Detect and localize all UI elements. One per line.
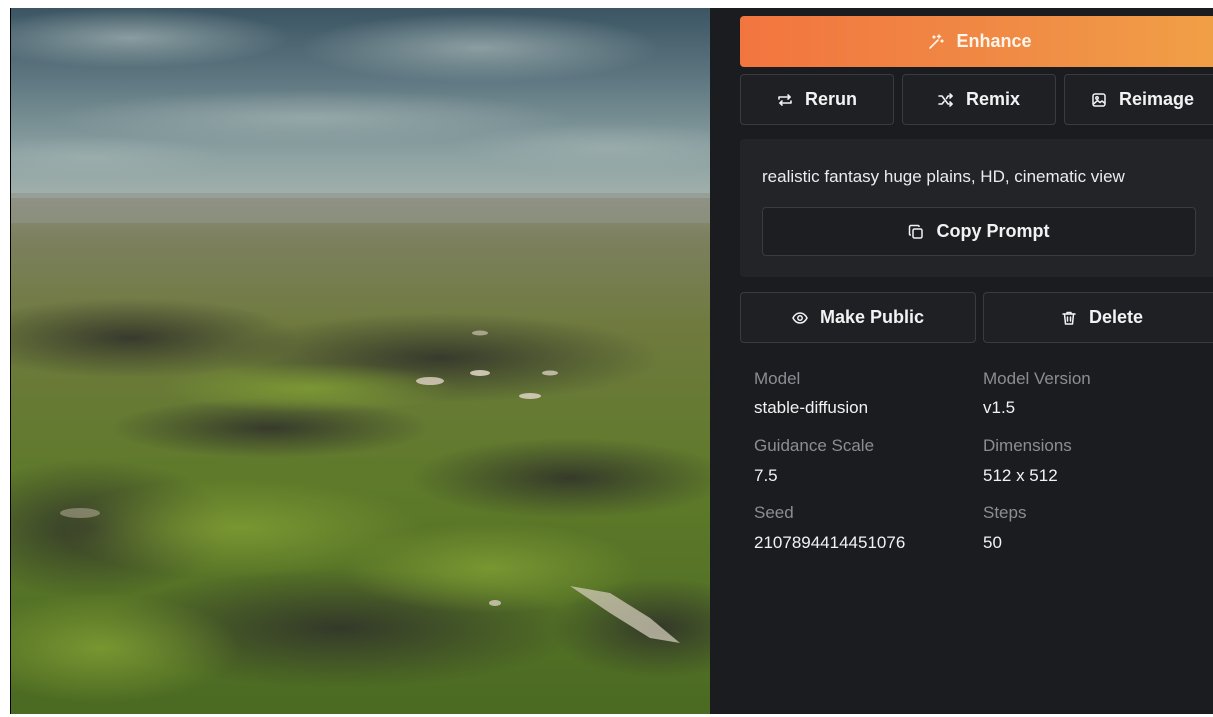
model-version-label: Model Version (983, 369, 1091, 388)
dimensions-value: 512 x 512 (983, 466, 1058, 485)
remix-label: Remix (965, 89, 1021, 109)
model-label: Model (754, 369, 801, 388)
remix-button[interactable]: Remix (902, 74, 1056, 125)
enhance-button[interactable]: Enhance (740, 16, 1213, 67)
repeat-icon (778, 93, 792, 106)
rerun-label: Rerun (804, 89, 857, 109)
guidance-scale-label: Guidance Scale (754, 436, 875, 455)
make-public-label: Make Public (819, 307, 925, 327)
delete-button[interactable]: Delete (983, 292, 1213, 343)
reimage-label: Reimage (1118, 89, 1195, 109)
seed-label: Seed (754, 503, 794, 522)
copy-prompt-label: Copy Prompt (936, 221, 1050, 241)
guidance-scale-value: 7.5 (754, 466, 778, 485)
shuffle-icon (938, 92, 953, 107)
eye-icon (792, 311, 808, 324)
steps-label: Steps (983, 503, 1027, 522)
make-public-button[interactable]: Make Public (740, 292, 976, 343)
copy-prompt-button[interactable]: Copy Prompt (762, 207, 1196, 256)
image-details-panel: Enhance Rerun Remix Reimage realistic fa… (711, 8, 1213, 714)
trash-icon (1062, 311, 1076, 325)
prompt-card: realistic fantasy huge plains, HD, cinem… (740, 139, 1213, 277)
frame-edge (10, 8, 11, 714)
dimensions-label: Dimensions (983, 436, 1072, 455)
prompt-text: realistic fantasy huge plains, HD, cinem… (762, 167, 1125, 186)
image-icon (1092, 92, 1106, 107)
magic-wand-icon (929, 33, 945, 49)
enhance-label: Enhance (956, 31, 1032, 51)
steps-value: 50 (983, 533, 1002, 552)
generated-image (10, 8, 710, 714)
copy-icon (909, 224, 924, 239)
seed-value: 2107894414451076 (754, 533, 906, 552)
delete-label: Delete (1088, 307, 1144, 327)
reimage-button[interactable]: Reimage (1064, 74, 1213, 125)
rerun-button[interactable]: Rerun (740, 74, 894, 125)
model-value: stable-diffusion (754, 398, 869, 417)
model-version-value: v1.5 (983, 398, 1016, 417)
image-detail-view: Enhance Rerun Remix Reimage realistic fa… (10, 8, 1213, 714)
